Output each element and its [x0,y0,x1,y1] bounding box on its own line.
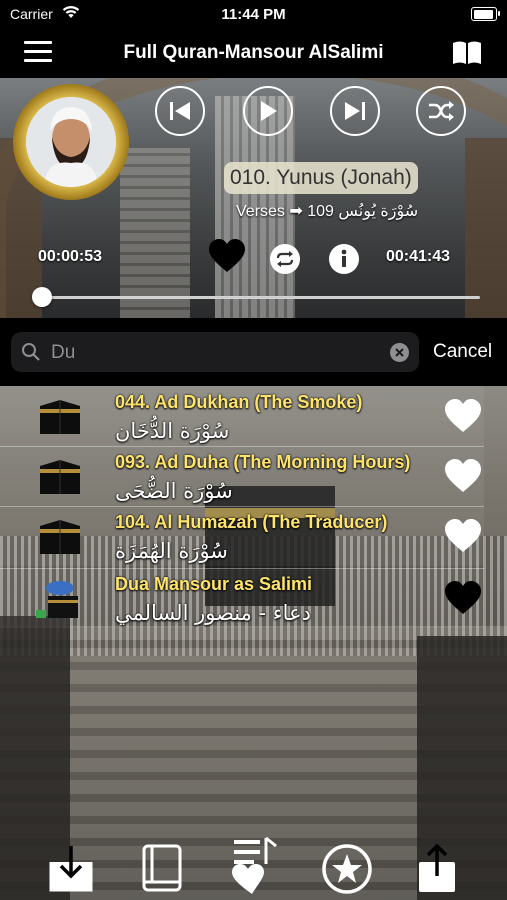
shuffle-icon [429,101,454,121]
repeat-button[interactable] [270,244,300,274]
verses-count: 109 [307,203,334,220]
results-area: 044. Ad Dukhan (The Smoke) سُوْرَة الدُّخ… [0,386,507,900]
next-track-button[interactable] [330,86,380,136]
search-field[interactable] [11,332,419,372]
heart-outline-icon[interactable] [443,398,483,434]
repeat-icon [276,251,294,267]
heart-outline-icon[interactable] [443,458,483,494]
surah-title: 093. Ad Duha (The Morning Hours) [115,452,411,472]
arrow-right-icon: ➡ [289,203,308,220]
dua-icon [36,581,78,618]
skip-back-icon [170,102,190,120]
total-time: 00:41:43 [386,248,451,265]
progress-slider-thumb[interactable] [32,287,52,307]
star-icon[interactable] [320,842,374,896]
heart-outline-icon[interactable] [443,518,483,554]
page-title: Full Quran-Mansour AlSalimi [123,42,384,63]
kaaba-icon [40,400,80,434]
download-icon[interactable] [47,842,95,892]
elapsed-time: 00:00:53 [38,248,103,265]
skip-forward-icon [345,102,365,120]
verses-info: Verses ➡ 109 سُوْرَة يُونُس [236,201,418,221]
verses-label: Verses [236,203,285,220]
surah-arabic-name: دعاء - منصور السالمي [115,601,311,625]
list-item[interactable]: 044. Ad Dukhan (The Smoke) سُوْرَة الدُّخ… [0,386,484,446]
surah-title: 044. Ad Dukhan (The Smoke) [115,392,363,412]
info-button[interactable] [329,244,359,274]
avatar [26,97,116,187]
search-input[interactable] [49,338,393,368]
surah-arabic-name: سُوْرَة الهُمَزَة [115,539,228,563]
list-item[interactable]: 093. Ad Duha (The Morning Hours) سُوْرَة … [0,446,484,506]
favorite-heart-icon[interactable] [207,238,247,274]
book-icon[interactable] [138,842,186,894]
reciter-avatar [13,84,129,200]
clear-search-button[interactable] [390,343,409,362]
list-item[interactable]: Dua Mansour as Salimi دعاء - منصور السالم… [0,568,484,628]
current-surah-title: 010. Yunus (Jonah) [224,162,418,194]
kaaba-icon [40,520,80,554]
play-icon [261,101,277,121]
surah-title: Dua Mansour as Salimi [115,574,313,594]
progress-track[interactable] [40,296,480,299]
open-book-icon[interactable] [451,40,483,66]
status-bar: Carrier 11:44 PM [0,0,507,28]
search-bar: Cancel [0,318,507,386]
info-icon [341,249,347,267]
share-icon[interactable] [415,842,459,894]
cancel-button[interactable]: Cancel [433,341,492,363]
surah-title: 104. Al Humazah (The Traducer) [115,512,388,532]
battery-icon [471,7,500,21]
surah-arabic-name: سُوْرَة الدُّخَان [115,419,230,443]
surah-arabic-name: سُوْرَة الضُّحَى [115,479,233,503]
close-icon [395,348,404,357]
reciter-photo-icon [26,97,116,187]
heart-filled-icon[interactable] [443,580,483,616]
kaaba-icon [40,460,80,494]
player-panel: 010. Yunus (Jonah) Verses ➡ 109 سُوْرَة … [0,78,507,318]
navigation-bar: Full Quran-Mansour AlSalimi [0,28,507,78]
surah-arabic-name: سُوْرَة يُونُس [338,203,419,220]
previous-track-button[interactable] [155,86,205,136]
favorites-list-icon[interactable] [228,834,280,896]
list-item[interactable]: 104. Al Humazah (The Traducer) سُوْرَة ال… [0,506,484,566]
clock: 11:44 PM [221,6,286,23]
search-icon [22,343,40,361]
shuffle-button[interactable] [416,86,466,136]
play-button[interactable] [243,86,293,136]
